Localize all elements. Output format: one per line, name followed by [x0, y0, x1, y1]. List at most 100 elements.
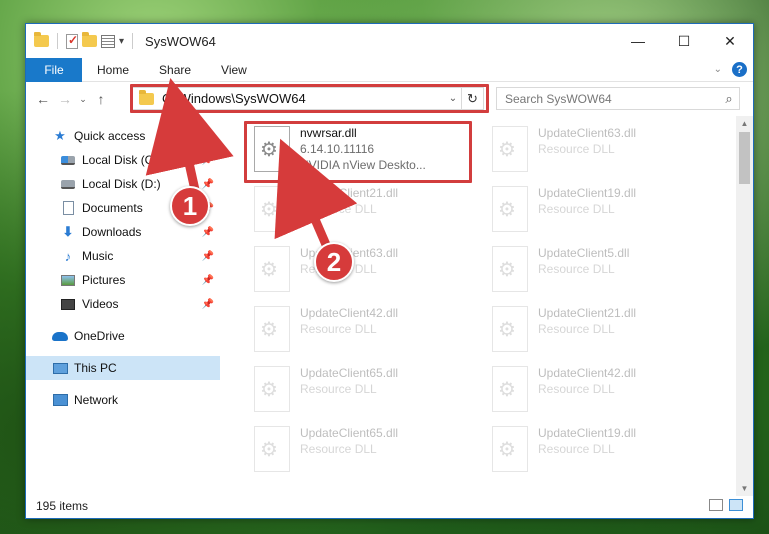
sidebar-item-label: Downloads — [82, 225, 142, 239]
file-type: Resource DLL — [538, 382, 615, 396]
divider — [57, 33, 58, 49]
sidebar-item-local-disk-c[interactable]: Local Disk (C:) 📌 — [26, 148, 220, 172]
documents-icon — [62, 201, 74, 215]
view-switcher — [709, 499, 743, 511]
file-name: UpdateClient63.dll — [538, 126, 637, 140]
file-item[interactable]: UpdateClient63.dllResource DLL — [484, 122, 714, 176]
pin-icon[interactable]: 📌 — [202, 227, 214, 238]
file-item[interactable]: UpdateClient63.dllResource DLL — [246, 242, 476, 296]
file-item[interactable]: UpdateClient42.dll Resource DLL — [246, 302, 476, 356]
tab-home[interactable]: Home — [82, 63, 144, 77]
sidebar-item-label: Videos — [82, 297, 119, 311]
file-item[interactable]: UpdateClient21.dll Resource DLL — [484, 302, 714, 356]
file-item[interactable]: UpdateClient21.dll Resource DLL — [246, 182, 476, 236]
sidebar-item-label: Network — [74, 393, 119, 407]
file-item[interactable]: UpdateClient65.dll Resource DLL — [246, 422, 476, 476]
pin-icon[interactable]: 📌 — [202, 179, 214, 190]
file-type: Resource DLL — [300, 442, 377, 456]
search-input[interactable]: Search SysWOW64 ⌕ — [496, 87, 740, 110]
vertical-scrollbar[interactable]: ▲ ▼ — [736, 116, 753, 496]
tab-share[interactable]: Share — [144, 63, 206, 77]
file-explorer-window: ▾ SysWOW64 — ☐ ✕ File Home Share View ⌄ … — [25, 23, 754, 519]
navigation-pane: ★ Quick access Local Disk (C:) 📌 Local D… — [26, 116, 220, 496]
file-item[interactable]: UpdateClient19.dll Resource DLL — [484, 422, 714, 476]
sidebar-item-label: OneDrive — [74, 329, 125, 343]
sidebar-item-label: Local Disk (D:) — [82, 177, 161, 191]
dll-gear-icon — [492, 126, 528, 172]
file-name: UpdateClient19.dll — [538, 186, 637, 200]
scrollbar-thumb[interactable] — [739, 132, 750, 184]
pin-icon[interactable]: 📌 — [202, 299, 214, 310]
callout-badge-2: 2 — [314, 242, 354, 282]
sidebar-item-pictures[interactable]: Pictures 📌 — [26, 268, 220, 292]
music-note-icon: ♪ — [64, 248, 72, 264]
sidebar-item-quick-access[interactable]: ★ Quick access — [26, 124, 220, 148]
file-name: UpdateClient19.dll — [538, 426, 637, 440]
sidebar-item-label: This PC — [74, 361, 117, 375]
search-icon[interactable]: ⌕ — [719, 91, 739, 107]
forward-arrow-icon[interactable]: → — [54, 91, 76, 107]
videos-icon — [61, 298, 75, 310]
scroll-up-arrow-icon[interactable]: ▲ — [736, 119, 753, 128]
cloud-icon — [52, 331, 68, 341]
ribbon-right: ⌄ ? — [714, 62, 747, 77]
file-item[interactable]: UpdateClient65.dll Resource DLL — [246, 362, 476, 416]
network-icon — [52, 394, 68, 406]
drive-icon — [61, 155, 75, 165]
recent-locations-chevron-icon[interactable]: ⌄ — [76, 94, 90, 105]
quick-access-toolbar: ▾ — [34, 32, 137, 49]
status-bar: 195 items — [26, 494, 753, 518]
maximize-button[interactable]: ☐ — [661, 24, 707, 58]
pin-icon[interactable]: 📌 — [202, 155, 214, 166]
scroll-down-arrow-icon[interactable]: ▼ — [736, 484, 753, 493]
sidebar-item-this-pc[interactable]: This PC — [26, 356, 220, 380]
dll-gear-icon — [254, 186, 290, 232]
back-arrow-icon[interactable]: ← — [32, 91, 54, 107]
dll-gear-icon — [254, 366, 290, 412]
dll-gear-icon — [492, 186, 528, 232]
dll-gear-icon — [254, 426, 290, 472]
pin-icon[interactable]: 📌 — [202, 275, 214, 286]
file-item[interactable]: UpdateClient19.dll Resource DLL — [484, 182, 714, 236]
up-arrow-icon[interactable]: ↑ — [90, 91, 112, 107]
sidebar-item-label: Quick access — [74, 129, 146, 143]
file-name: UpdateClient42.dll — [300, 306, 399, 320]
file-type: Resource DLL — [538, 322, 615, 336]
sidebar-item-onedrive[interactable]: OneDrive — [26, 324, 220, 348]
sidebar-item-network[interactable]: Network — [26, 388, 220, 412]
file-name: UpdateClient5.dll — [538, 246, 630, 260]
file-item[interactable]: UpdateClient5.dll Resource DLL — [484, 242, 714, 296]
sidebar-item-music[interactable]: ♪ Music 📌 — [26, 244, 220, 268]
new-folder-icon[interactable] — [82, 32, 97, 47]
ribbon-tabs: File Home Share View ⌄ ? — [26, 57, 753, 82]
pin-icon[interactable]: 📌 — [202, 251, 214, 262]
help-icon[interactable]: ? — [732, 62, 747, 77]
download-arrow-icon: ⬇ — [62, 224, 74, 239]
dll-gear-icon — [492, 426, 528, 472]
chevron-down-icon[interactable]: ⌄ — [714, 64, 722, 75]
properties-icon[interactable] — [101, 34, 115, 48]
file-name: UpdateClient65.dll — [300, 366, 399, 380]
file-item[interactable]: UpdateClient42.dll Resource DLL — [484, 362, 714, 416]
tab-view[interactable]: View — [206, 63, 262, 77]
minimize-button[interactable]: — — [615, 24, 661, 58]
window-title: SysWOW64 — [145, 33, 216, 49]
tiles-view-icon[interactable] — [729, 499, 743, 511]
properties-check-icon[interactable] — [66, 33, 78, 49]
star-icon: ★ — [54, 128, 66, 143]
customize-toolbar-chevron-icon[interactable]: ▾ — [119, 36, 124, 47]
dll-gear-icon — [492, 366, 528, 412]
address-bar-highlight — [130, 84, 489, 113]
close-button[interactable]: ✕ — [707, 24, 753, 58]
title-bar: ▾ SysWOW64 — ☐ ✕ — [26, 24, 753, 58]
sidebar-item-label: Music — [82, 249, 114, 263]
dll-gear-icon — [254, 306, 290, 352]
details-view-icon[interactable] — [709, 499, 723, 511]
file-type: Resource DLL — [300, 382, 377, 396]
dll-gear-icon — [254, 246, 290, 292]
file-type: Resource DLL — [300, 202, 377, 216]
sidebar-item-videos[interactable]: Videos 📌 — [26, 292, 220, 316]
file-type: Resource DLL — [538, 202, 615, 216]
tab-file[interactable]: File — [26, 57, 82, 82]
divider — [132, 33, 134, 49]
